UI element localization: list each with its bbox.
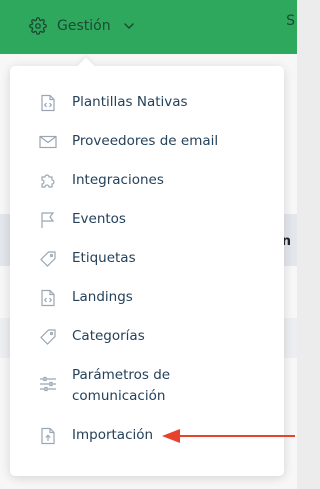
menu-item-integraciones[interactable]: Integraciones bbox=[10, 170, 284, 191]
gestion-menu-label: Gestión bbox=[57, 18, 111, 34]
menu-item-plantillas-nativas[interactable]: Plantillas Nativas bbox=[10, 92, 284, 113]
gestion-menu-button[interactable]: Gestión bbox=[28, 13, 136, 39]
top-navbar: Gestión S bbox=[0, 0, 297, 54]
gear-icon bbox=[28, 16, 48, 36]
menu-item-label: Categorías bbox=[72, 328, 145, 344]
menu-item-landings[interactable]: Landings bbox=[10, 287, 284, 308]
menu-item-label: Proveedores de email bbox=[72, 133, 219, 149]
flag-icon bbox=[39, 211, 57, 229]
menu-item-label: Integraciones bbox=[72, 172, 164, 188]
puzzle-icon bbox=[39, 172, 57, 190]
menu-item-parametros-comunicacion[interactable]: Parámetros de comunicación bbox=[10, 365, 284, 407]
menu-item-label: Plantillas Nativas bbox=[72, 94, 188, 110]
upload-file-icon bbox=[39, 427, 57, 445]
menu-item-proveedores-email[interactable]: Proveedores de email bbox=[10, 131, 284, 152]
tag-icon bbox=[39, 328, 57, 346]
code-file-icon bbox=[39, 94, 57, 112]
menu-item-label: Eventos bbox=[72, 211, 126, 227]
gestion-dropdown-menu: Plantillas Nativas Proveedores de email … bbox=[10, 57, 284, 476]
menu-item-label: Parámetros de comunicación bbox=[72, 367, 171, 404]
sliders-icon bbox=[39, 375, 57, 393]
menu-item-etiquetas[interactable]: Etiquetas bbox=[10, 248, 284, 269]
menu-item-categorias[interactable]: Categorías bbox=[10, 326, 284, 347]
header-right-fragment[interactable]: S bbox=[286, 13, 295, 29]
envelope-icon bbox=[39, 133, 57, 151]
code-file-icon bbox=[39, 289, 57, 307]
menu-item-label: Etiquetas bbox=[72, 250, 136, 266]
menu-item-eventos[interactable]: Eventos bbox=[10, 209, 284, 230]
chevron-down-icon bbox=[122, 19, 136, 33]
tag-icon bbox=[39, 250, 57, 268]
menu-item-label: Landings bbox=[72, 289, 133, 305]
annotation-arrow bbox=[162, 429, 295, 443]
